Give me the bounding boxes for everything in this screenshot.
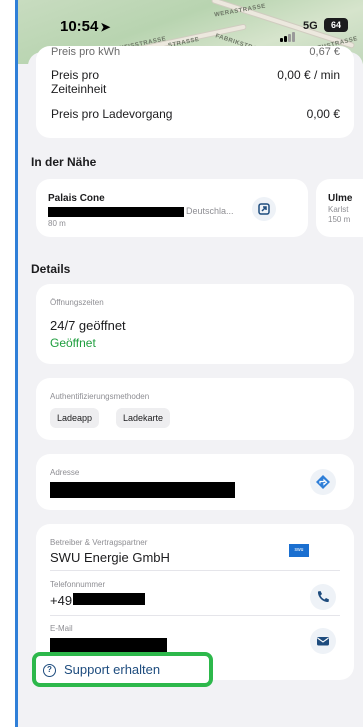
directions-icon xyxy=(316,475,330,489)
divider xyxy=(50,570,340,571)
opening-hours-card: Öffnungszeiten 24/7 geöffnet Geöffnet xyxy=(36,284,354,364)
auth-methods-label: Authentifizierungsmethoden xyxy=(50,392,150,401)
price-per-kwh-value: 0,67 € xyxy=(309,46,340,58)
swu-logo: swu xyxy=(289,544,309,557)
price-per-kwh-label: Preis pro kWh xyxy=(51,46,121,58)
address-label: Adresse xyxy=(50,468,80,477)
status-bar: 10:54 ➤ 5G 64 xyxy=(18,18,363,42)
address-card: Adresse xyxy=(36,454,354,510)
mail-icon xyxy=(317,637,329,646)
phone-icon xyxy=(317,591,329,603)
price-per-time-label-line1: Preis pro xyxy=(51,68,100,82)
auth-methods-card: Authentifizierungsmethoden Ladeapp Ladek… xyxy=(36,378,354,440)
pricing-card: Preis pro kWh 0,67 € Preis pro Zeiteinhe… xyxy=(36,46,354,138)
operator-value: SWU Energie GmbH xyxy=(50,550,170,565)
price-per-session-label: Preis pro Ladevorgang xyxy=(51,107,173,121)
nearby-distance: 80 m xyxy=(48,219,66,228)
email-label: E-Mail xyxy=(50,624,73,633)
nearby-card[interactable]: Ulme Karlst 150 m xyxy=(316,179,363,237)
signal-icon xyxy=(280,24,296,42)
opening-hours-label: Öffnungszeiten xyxy=(50,298,104,307)
nearby-heading: In der Nähe xyxy=(31,155,97,169)
status-time: 10:54 ➤ xyxy=(60,18,110,35)
support-label: Support erhalten xyxy=(64,662,161,677)
details-heading: Details xyxy=(31,262,71,276)
auth-chip: Ladekarte xyxy=(116,408,171,428)
nearby-address-suffix: Deutschla... xyxy=(186,206,234,216)
nearby-name: Ulme xyxy=(328,193,353,204)
support-button[interactable]: ? Support erhalten xyxy=(32,652,213,687)
auth-chip-row: Ladeapp Ladekarte xyxy=(50,408,250,428)
opening-hours-value: 24/7 geöffnet xyxy=(50,318,126,333)
battery-icon: 64 xyxy=(324,18,348,32)
operator-label: Betreiber & Vertragspartner xyxy=(50,538,148,547)
station-detail-sheet: Preis pro kWh 0,67 € Preis pro Zeiteinhe… xyxy=(28,46,363,727)
help-icon: ? xyxy=(43,664,56,677)
redacted-address xyxy=(50,482,235,498)
phone-prefix: +49 xyxy=(50,593,73,608)
directions-button[interactable] xyxy=(310,469,336,495)
nearby-address: Karlst xyxy=(328,205,349,214)
location-arrow-icon: ➤ xyxy=(100,20,111,34)
time-label: 10:54 xyxy=(60,18,99,35)
open-external-icon[interactable] xyxy=(252,197,276,221)
network-label: 5G xyxy=(303,20,318,32)
nearby-distance: 150 m xyxy=(328,215,351,224)
email-button[interactable] xyxy=(310,628,336,654)
nearby-name: Palais Cone xyxy=(48,193,105,204)
open-status: Geöffnet xyxy=(50,336,96,350)
redacted-phone xyxy=(73,593,145,605)
redacted-email xyxy=(50,638,167,652)
price-per-time-value: 0,00 € / min xyxy=(277,68,340,82)
auth-chip: Ladeapp xyxy=(50,408,100,428)
redacted-address xyxy=(48,207,184,217)
nearby-card[interactable]: Palais Cone Deutschla... 80 m xyxy=(36,179,308,237)
divider xyxy=(50,615,340,616)
price-per-session-value: 0,00 € xyxy=(306,107,340,121)
price-per-time-label-line2: Zeiteinheit xyxy=(51,82,107,96)
call-button[interactable] xyxy=(310,584,336,610)
phone-label: Telefonnummer xyxy=(50,580,106,589)
app-frame: WERASTRASSE SANTISSTRASSE STRASSE FABRIK… xyxy=(15,0,363,727)
